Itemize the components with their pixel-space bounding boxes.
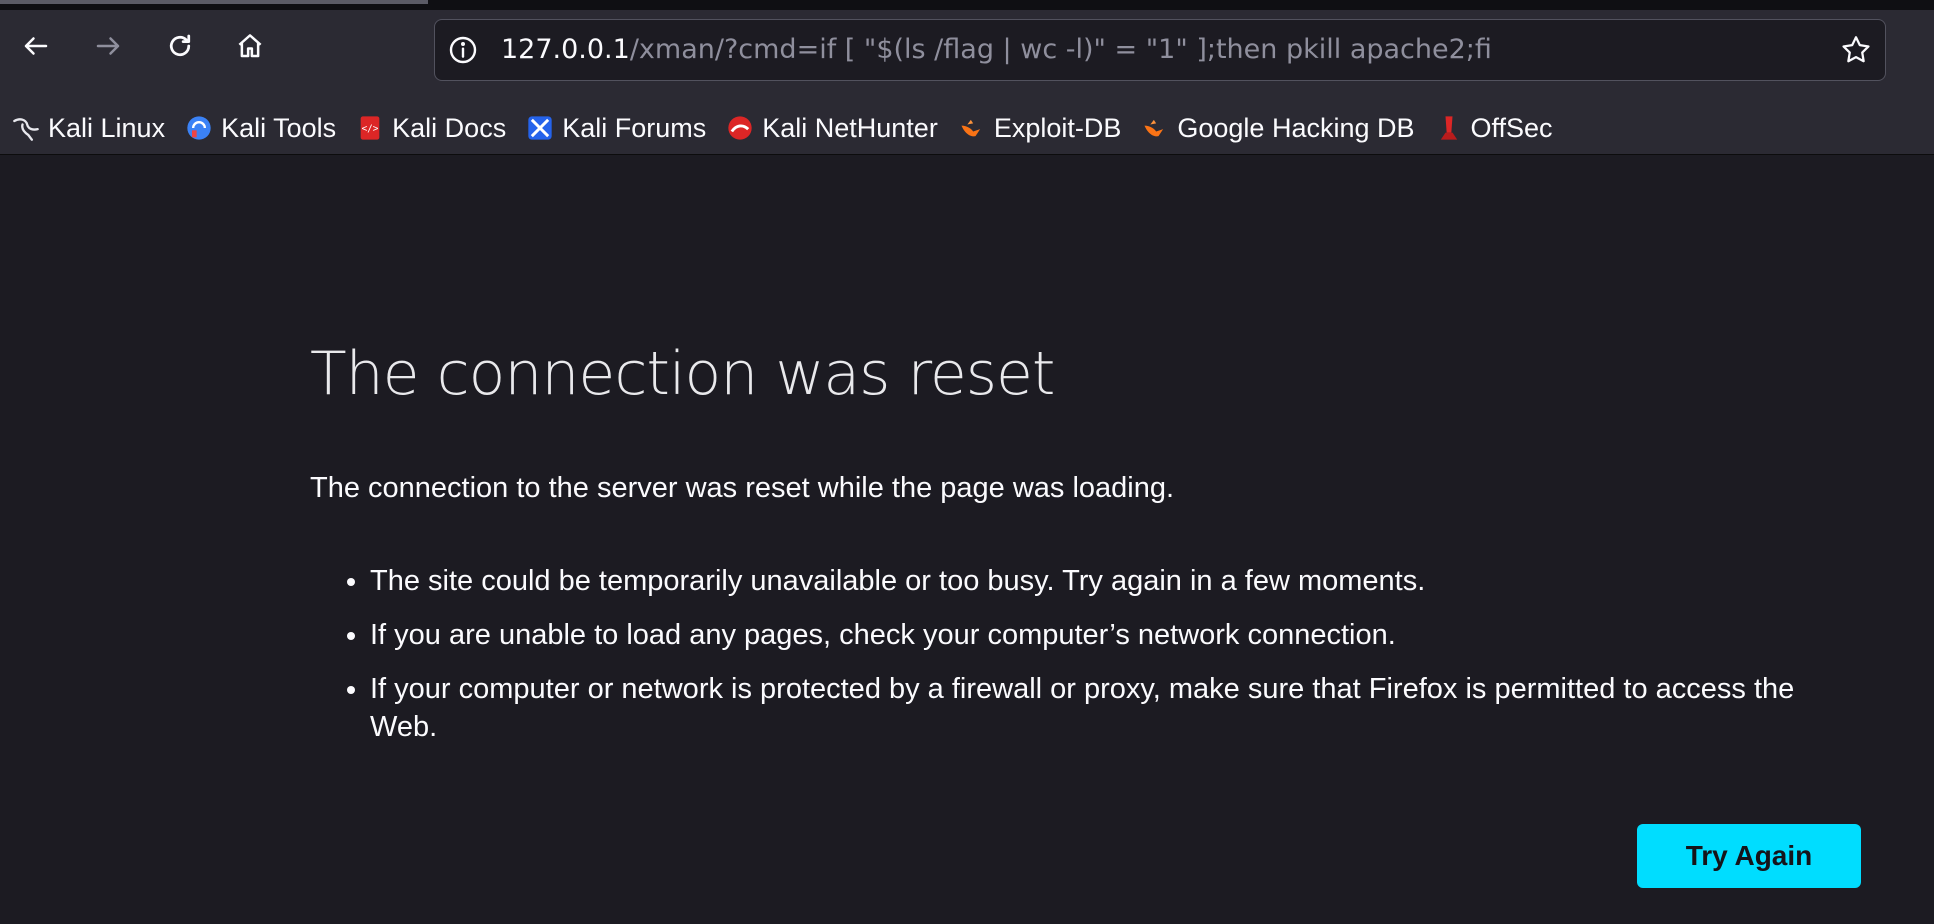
forward-button[interactable] xyxy=(86,24,130,68)
list-item: If you are unable to load any pages, che… xyxy=(370,616,1850,654)
url-text[interactable]: 127.0.0.1/xman/?cmd=if [ "$(ls /flag | w… xyxy=(501,20,1492,80)
kali-dragon-icon xyxy=(13,118,39,141)
bookmark-label: Kali Forums xyxy=(562,112,707,143)
window-top-strip xyxy=(0,0,1934,10)
bookmark-kali-forums[interactable]: Kali Forums xyxy=(516,108,716,148)
url-path: /xman/?cmd=if [ "$(ls /flag | wc -l)" = … xyxy=(629,34,1492,65)
url-bar[interactable]: 127.0.0.1/xman/?cmd=if [ "$(ls /flag | w… xyxy=(434,19,1886,81)
bookmarks-toolbar: Kali Linux Kali Tools </> Kali Docs Kali… xyxy=(0,102,1934,155)
reload-icon xyxy=(169,34,191,57)
home-button[interactable] xyxy=(228,24,272,68)
bookmark-offsec[interactable]: OffSec xyxy=(1425,108,1563,148)
bookmark-label: OffSec xyxy=(1470,112,1553,143)
kali-docs-icon: </> xyxy=(360,116,380,140)
bookmark-kali-nethunter[interactable]: Kali NetHunter xyxy=(716,108,948,148)
list-item: If your computer or network is protected… xyxy=(370,670,1850,746)
bookmark-label: Kali Tools xyxy=(221,112,337,143)
bookmark-exploit-db[interactable]: Exploit-DB xyxy=(948,108,1132,148)
bookmark-kali-linux[interactable]: Kali Linux xyxy=(0,108,175,148)
list-item: The site could be temporarily unavailabl… xyxy=(370,562,1850,600)
bookmark-label: Google Hacking DB xyxy=(1177,112,1415,143)
bookmark-kali-tools[interactable]: Kali Tools xyxy=(175,108,346,148)
svg-text:</>: </> xyxy=(362,124,379,135)
error-reasons-list: The site could be temporarily unavailabl… xyxy=(310,562,1850,762)
offsec-icon xyxy=(1440,116,1457,140)
url-host: 127.0.0.1 xyxy=(501,34,630,65)
nethunter-icon xyxy=(728,116,752,140)
arrow-right-icon xyxy=(96,37,120,55)
home-icon xyxy=(238,34,262,58)
error-title: The connection was reset xyxy=(310,339,1055,409)
bookmark-label: Kali Docs xyxy=(392,112,507,143)
arrow-left-icon xyxy=(24,37,48,55)
bookmark-label: Exploit-DB xyxy=(993,112,1122,143)
exploit-db-icon xyxy=(961,119,980,137)
back-button[interactable] xyxy=(14,24,58,68)
kali-forums-icon xyxy=(528,116,552,140)
navigation-toolbar: 127.0.0.1/xman/?cmd=if [ "$(ls /flag | w… xyxy=(0,10,1934,102)
bookmark-kali-docs[interactable]: </> Kali Docs xyxy=(346,108,516,148)
bookmark-google-hacking-db[interactable]: Google Hacking DB xyxy=(1131,108,1424,148)
star-icon[interactable] xyxy=(1839,33,1873,67)
kali-tools-icon xyxy=(187,116,211,140)
error-page: The connection was reset The connection … xyxy=(310,154,1870,924)
tab-edge xyxy=(0,0,428,4)
reload-button[interactable] xyxy=(158,24,202,68)
bookmark-label: Kali Linux xyxy=(48,112,166,143)
info-icon[interactable] xyxy=(447,34,479,66)
bookmark-label: Kali NetHunter xyxy=(762,112,938,143)
try-again-button[interactable]: Try Again xyxy=(1637,824,1861,888)
ghdb-icon xyxy=(1144,119,1164,137)
error-description: The connection to the server was reset w… xyxy=(310,472,1175,504)
